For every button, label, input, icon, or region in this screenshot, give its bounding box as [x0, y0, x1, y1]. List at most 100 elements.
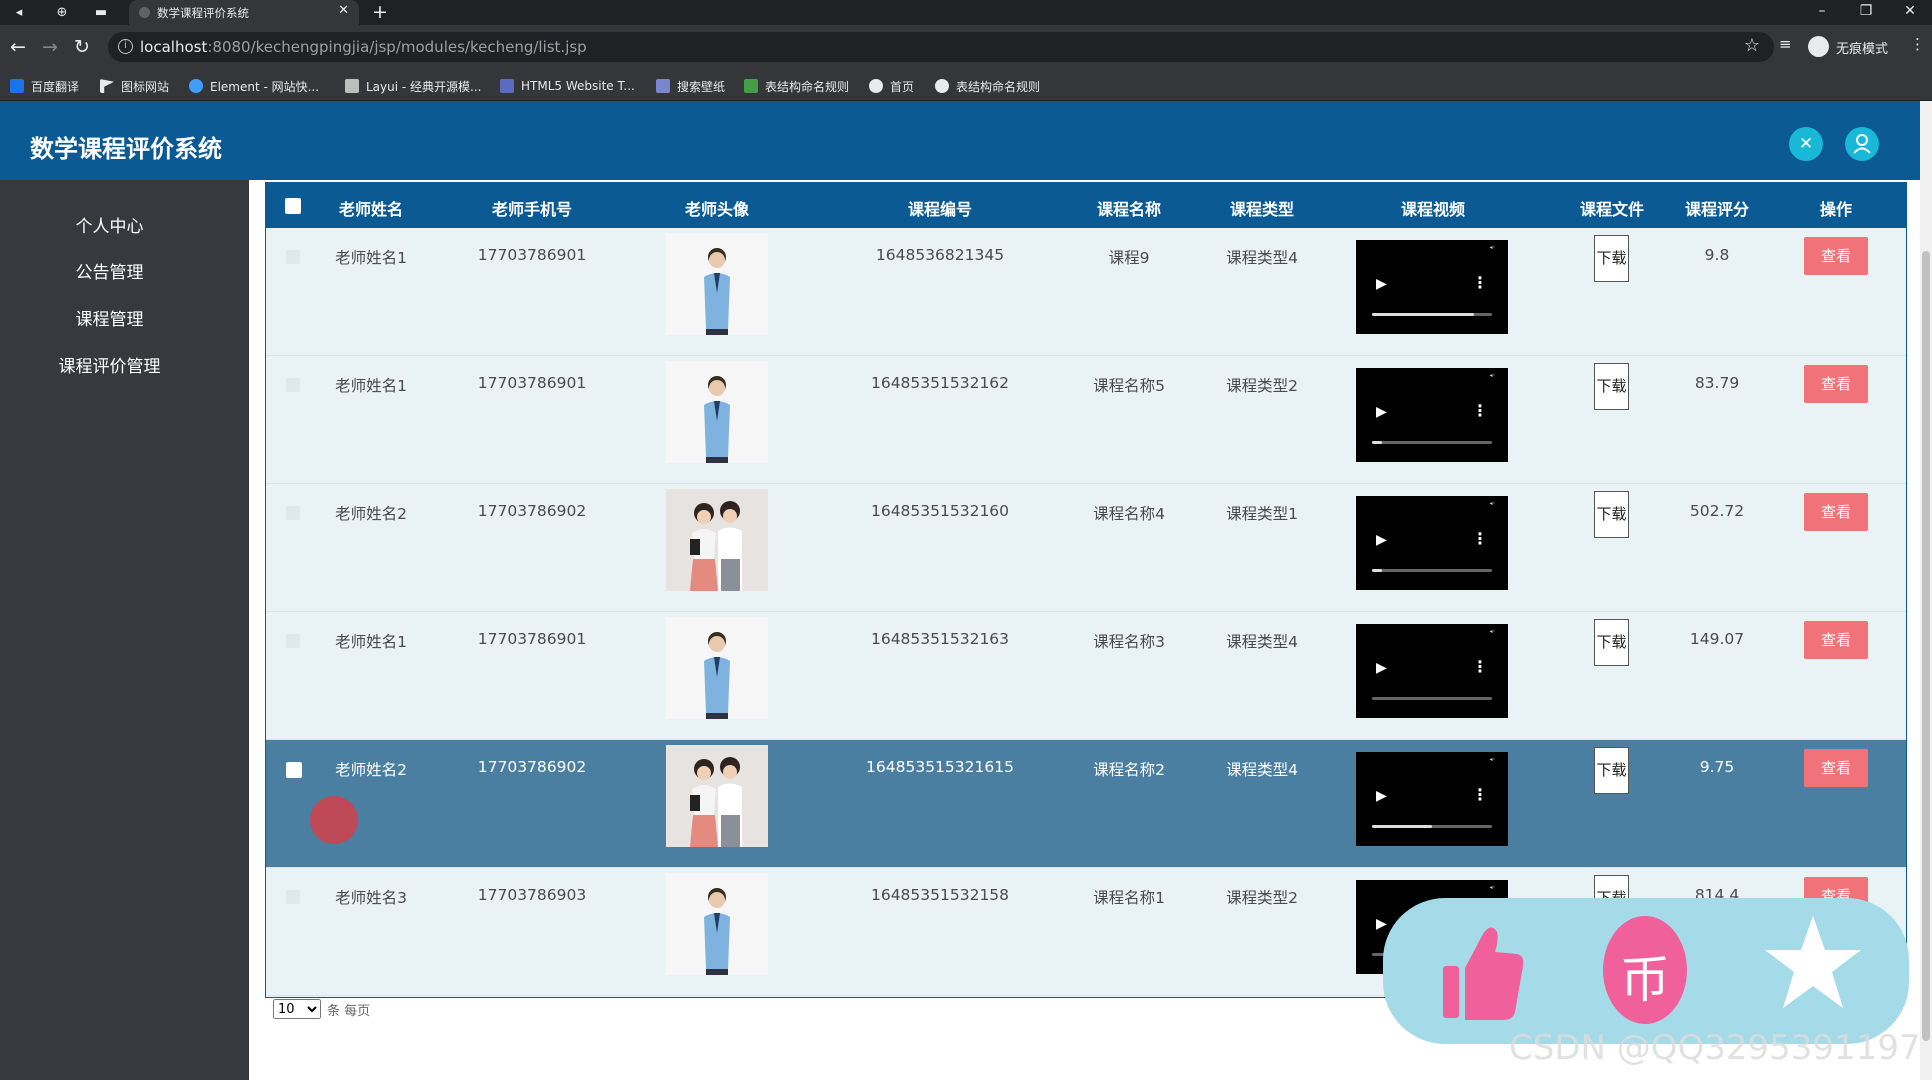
url-input[interactable]: i localhost:8080/kechengpingjia/jsp/modu… — [108, 32, 1774, 62]
video-progress-bar[interactable] — [1372, 441, 1492, 444]
bookmark-star-icon[interactable]: ☆ — [1744, 35, 1760, 56]
tab-favicon-icon — [139, 7, 150, 18]
bookmark-item[interactable]: 百度翻译 — [10, 77, 79, 95]
video-progress-bar[interactable] — [1372, 697, 1492, 700]
page-scrollbar[interactable] — [1920, 101, 1932, 1080]
bookmark-item[interactable]: 搜索壁纸 — [656, 77, 725, 95]
table-row[interactable]: 老师姓名2 17703786902 164853515321615 课程名称2 课程类型… — [266, 740, 1906, 868]
video-menu-icon[interactable]: ⋮ — [1472, 401, 1488, 420]
reading-list-icon[interactable]: ≡ — [1779, 35, 1792, 53]
course-video-player[interactable]: ◂◦ ▶ ⋮ — [1356, 368, 1508, 462]
play-icon[interactable]: ▶ — [1376, 276, 1387, 292]
view-button[interactable]: 查看 — [1804, 749, 1868, 787]
play-icon[interactable]: ▶ — [1376, 404, 1387, 420]
play-icon[interactable]: ▶ — [1376, 788, 1387, 804]
bookmark-item[interactable]: HTML5 Website T... — [500, 77, 635, 95]
scrollbar-thumb[interactable] — [1922, 251, 1930, 1041]
minimize-icon[interactable]: – — [1802, 0, 1842, 22]
download-file-button[interactable]: 下载 — [1594, 747, 1629, 794]
view-button[interactable]: 查看 — [1804, 237, 1868, 275]
forward-icon[interactable]: → — [38, 35, 62, 59]
bookmark-item[interactable]: 图标网站 — [100, 77, 169, 95]
sidebar-item-personal-center[interactable]: 个人中心 — [0, 212, 219, 237]
page-size-select[interactable]: 10 — [273, 999, 321, 1019]
video-progress-bar[interactable] — [1372, 825, 1492, 828]
bookmark-item[interactable]: Element - 网站快... — [189, 77, 319, 95]
coin-icon[interactable]: 币 — [1603, 916, 1687, 1024]
browser-menu-icon[interactable]: ⋮ — [1910, 35, 1925, 53]
play-icon[interactable]: ▶ — [1376, 532, 1387, 548]
video-menu-icon[interactable]: ⋮ — [1472, 529, 1488, 548]
course-video-player[interactable]: ◂◦ ▶ ⋮ — [1356, 752, 1508, 846]
sidebar-item-announcements[interactable]: 公告管理 — [0, 258, 219, 283]
volume-icon[interactable]: ◂◦ — [1489, 628, 1496, 635]
course-video-player[interactable]: ◂◦ ▶ ⋮ — [1356, 240, 1508, 334]
tab-window-icon[interactable]: ▬ — [90, 3, 112, 23]
course-video-player[interactable]: ◂◦ ▶ ⋮ — [1356, 496, 1508, 590]
download-file-button[interactable]: 下载 — [1594, 363, 1629, 410]
table-row[interactable]: 老师姓名1 17703786901 1648536821345 课程9 课程类型4 9.8… — [266, 228, 1906, 356]
table-row[interactable]: 老师姓名2 17703786902 16485351532160 课程名称4 课程类型1… — [266, 484, 1906, 612]
site-info-icon[interactable]: i — [118, 39, 133, 54]
volume-icon[interactable]: ◂◦ — [1489, 244, 1496, 251]
download-file-button[interactable]: 下载 — [1594, 235, 1629, 282]
bookmark-item[interactable]: 首页 — [869, 77, 914, 95]
course-video-player[interactable]: ◂◦ ▶ ⋮ — [1356, 624, 1508, 718]
volume-icon[interactable]: ◂◦ — [1489, 756, 1496, 763]
thumbs-up-icon[interactable] — [1441, 922, 1523, 1022]
incognito-avatar-icon[interactable] — [1808, 36, 1829, 57]
teacher-name-cell: 老师姓名1 — [335, 377, 407, 395]
table-row[interactable]: 老师姓名1 17703786901 16485351532162 课程名称5 课程类型2… — [266, 356, 1906, 484]
row-checkbox[interactable] — [286, 506, 300, 520]
reload-icon[interactable]: ↻ — [70, 35, 94, 59]
download-file-button[interactable]: 下载 — [1594, 619, 1629, 666]
view-button[interactable]: 查看 — [1804, 621, 1868, 659]
volume-icon[interactable]: ◂◦ — [1489, 500, 1496, 507]
browser-tab[interactable]: 数学课程评价系统 ✕ — [129, 0, 359, 25]
sidebar-item-course-reviews[interactable]: 课程评价管理 — [0, 352, 219, 377]
star-icon[interactable] — [1763, 912, 1863, 1012]
sidebar-item-courses[interactable]: 课程管理 — [0, 305, 219, 330]
column-header[interactable]: 课程类型 — [1212, 196, 1312, 220]
video-menu-icon[interactable]: ⋮ — [1472, 657, 1488, 676]
table-row[interactable]: 老师姓名1 17703786901 16485351532163 课程名称3 课程类型4… — [266, 612, 1906, 740]
volume-icon[interactable]: ◂◦ — [1489, 372, 1496, 379]
video-progress-bar[interactable] — [1372, 313, 1492, 316]
column-header[interactable]: 老师头像 — [667, 196, 767, 220]
play-icon[interactable]: ▶ — [1376, 660, 1387, 676]
column-header[interactable]: 老师姓名 — [321, 196, 421, 220]
video-menu-icon[interactable]: ⋮ — [1472, 273, 1488, 292]
volume-icon[interactable]: ◂◦ — [1489, 884, 1496, 891]
bookmark-item[interactable]: Layui - 经典开源模... — [345, 77, 481, 95]
column-header[interactable]: 课程文件 — [1562, 196, 1662, 220]
video-progress-bar[interactable] — [1372, 569, 1492, 572]
column-header[interactable]: 课程评分 — [1667, 196, 1767, 220]
column-header[interactable]: 课程名称 — [1079, 196, 1179, 220]
new-tab-icon[interactable]: + — [372, 1, 388, 23]
user-icon[interactable] — [1845, 127, 1879, 161]
column-header[interactable]: 操作 — [1801, 196, 1871, 220]
tab-audio-icon[interactable]: ◂ — [8, 3, 30, 23]
view-button[interactable]: 查看 — [1804, 365, 1868, 403]
row-checkbox[interactable] — [286, 378, 300, 392]
close-window-icon[interactable]: ✕ — [1890, 0, 1930, 22]
column-header[interactable]: 课程视频 — [1378, 196, 1488, 220]
bookmark-item[interactable]: 表结构命名规则 — [744, 77, 849, 95]
play-icon[interactable]: ▶ — [1376, 916, 1387, 932]
back-icon[interactable]: ← — [6, 35, 30, 59]
download-file-button[interactable]: 下载 — [1594, 491, 1629, 538]
select-all-checkbox[interactable] — [285, 198, 301, 214]
row-checkbox[interactable] — [286, 890, 300, 904]
bookmark-item[interactable]: 表结构命名规则 — [935, 77, 1040, 95]
row-checkbox[interactable] — [286, 634, 300, 648]
tab-globe-icon[interactable]: ⊕ — [51, 3, 73, 23]
tab-close-icon[interactable]: ✕ — [338, 3, 349, 18]
fullscreen-icon[interactable]: ✕ — [1789, 127, 1823, 161]
restore-icon[interactable]: ❐ — [1846, 0, 1886, 22]
row-checkbox[interactable] — [286, 762, 302, 778]
row-checkbox[interactable] — [286, 250, 300, 264]
view-button[interactable]: 查看 — [1804, 493, 1868, 531]
video-menu-icon[interactable]: ⋮ — [1472, 785, 1488, 804]
column-header[interactable]: 课程编号 — [880, 196, 1000, 220]
column-header[interactable]: 老师手机号 — [472, 196, 592, 220]
